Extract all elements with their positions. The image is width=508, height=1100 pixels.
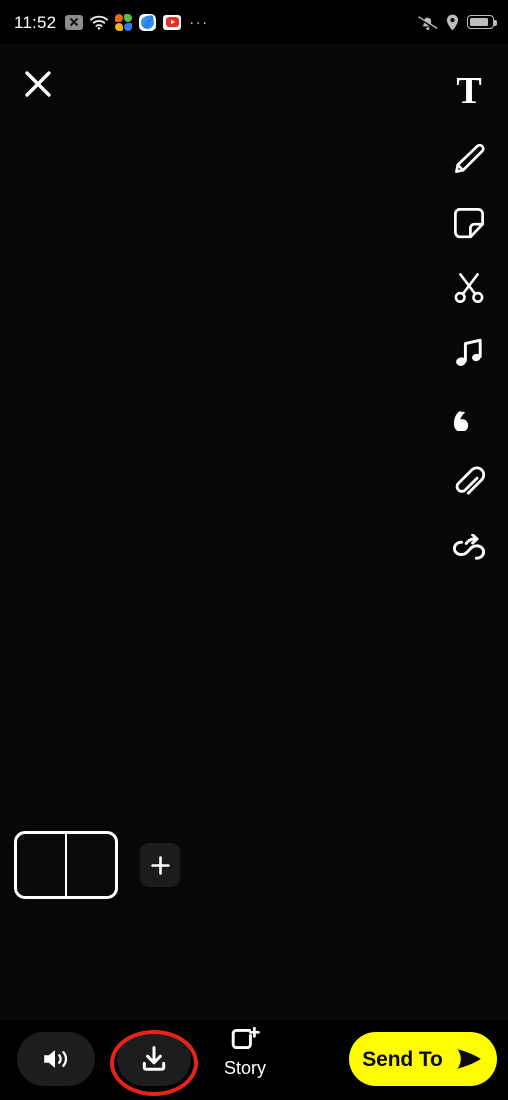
sticker-icon[interactable]	[438, 190, 500, 255]
story-label: Story	[223, 1058, 266, 1078]
status-bar: 11:52 ···	[0, 0, 508, 44]
bell-muted-icon	[418, 15, 438, 30]
pencil-icon[interactable]	[438, 125, 500, 190]
status-bar-left: 11:52 ···	[14, 12, 209, 32]
bottom-action-bar: Story Send To	[0, 1020, 508, 1100]
x-badge-icon	[65, 14, 84, 30]
speaker-icon	[44, 1050, 68, 1068]
snap-thumbnail-strip	[14, 831, 180, 899]
blue-app-icon	[139, 13, 157, 31]
youtube-icon	[163, 14, 182, 30]
story-button[interactable]: Story	[206, 1027, 284, 1079]
music-note-icon[interactable]	[438, 320, 500, 385]
status-bar-clock: 11:52	[14, 12, 57, 32]
add-to-story-icon	[231, 1027, 260, 1050]
scissors-icon[interactable]	[438, 255, 500, 320]
snapchat-snap-preview-screen: 11:52 ··· T Story Send To	[0, 0, 508, 1100]
snap-canvas[interactable]: T	[0, 44, 508, 1020]
download-icon	[142, 1046, 166, 1071]
location-pin-icon	[446, 14, 459, 30]
battery-icon	[467, 15, 497, 29]
wifi-icon	[90, 15, 109, 30]
add-snap-button[interactable]	[140, 843, 180, 887]
send-to-button[interactable]: Send To	[349, 1032, 497, 1086]
paperclip-icon[interactable]	[438, 450, 500, 515]
status-overflow-dots: ···	[189, 13, 209, 31]
send-to-label: Send To	[362, 1047, 443, 1071]
audio-button[interactable]	[17, 1032, 95, 1086]
quote-icon[interactable]	[438, 385, 500, 450]
close-icon[interactable]	[14, 60, 62, 108]
text-tool-icon[interactable]: T	[438, 58, 500, 125]
send-arrow-icon	[457, 1049, 481, 1069]
save-button[interactable]	[117, 1032, 191, 1086]
petals-app-icon	[115, 13, 133, 31]
snap-thumbnail[interactable]	[14, 831, 118, 899]
loop-icon[interactable]	[438, 515, 500, 580]
status-bar-right	[418, 14, 497, 31]
tool-rail: T	[430, 58, 508, 580]
